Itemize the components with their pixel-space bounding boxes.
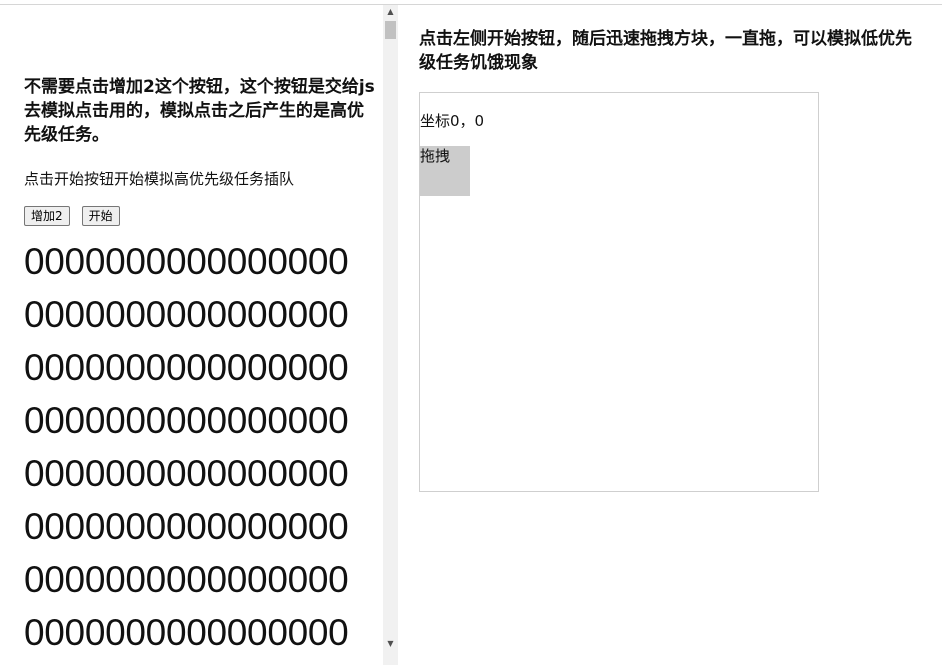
zero-line: 0000000000000000 xyxy=(24,400,349,441)
zero-line: 0000000000000000 xyxy=(24,559,349,600)
left-description: 点击开始按钮开始模拟高优先级任务插队 xyxy=(24,170,295,188)
zero-line: 0000000000000000 xyxy=(24,612,349,653)
left-pane[interactable]: 不需要点击增加2这个按钮，这个按钮是交给js去模拟点击用的，模拟点击之后产生的是… xyxy=(0,5,383,665)
zero-line: 0000000000000000 xyxy=(24,241,349,282)
right-pane: 点击左侧开始按钮，随后迅速拖拽方块，一直拖，可以模拟低优先级任务饥饿现象 坐标0… xyxy=(398,5,942,665)
vertical-scrollbar[interactable]: ▲ ▼ xyxy=(383,5,398,665)
zero-line: 0000000000000000 xyxy=(24,506,349,547)
scroll-down-arrow-icon[interactable]: ▼ xyxy=(383,637,398,651)
left-heading: 不需要点击增加2这个按钮，这个按钮是交给js去模拟点击用的，模拟点击之后产生的是… xyxy=(24,77,375,145)
add2-button[interactable]: 增加2 xyxy=(24,206,70,226)
right-heading: 点击左侧开始按钮，随后迅速拖拽方块，一直拖，可以模拟低优先级任务饥饿现象 xyxy=(419,29,912,73)
zero-line: 0000000000000000 xyxy=(24,347,349,388)
drag-area: 坐标0，0 拖拽 xyxy=(419,92,819,492)
zero-line: 0000000000000000 xyxy=(24,453,349,494)
scroll-up-arrow-icon[interactable]: ▲ xyxy=(383,5,398,19)
button-row: 增加2 开始 xyxy=(24,205,132,227)
coordinate-readout: 坐标0，0 xyxy=(420,112,485,130)
scroll-thumb[interactable] xyxy=(385,21,396,39)
drag-block[interactable]: 拖拽 xyxy=(420,146,470,196)
zero-line: 0000000000000000 xyxy=(24,294,349,335)
zero-list: 0000000000000000 0000000000000000 000000… xyxy=(24,235,383,659)
start-button[interactable]: 开始 xyxy=(81,206,120,226)
